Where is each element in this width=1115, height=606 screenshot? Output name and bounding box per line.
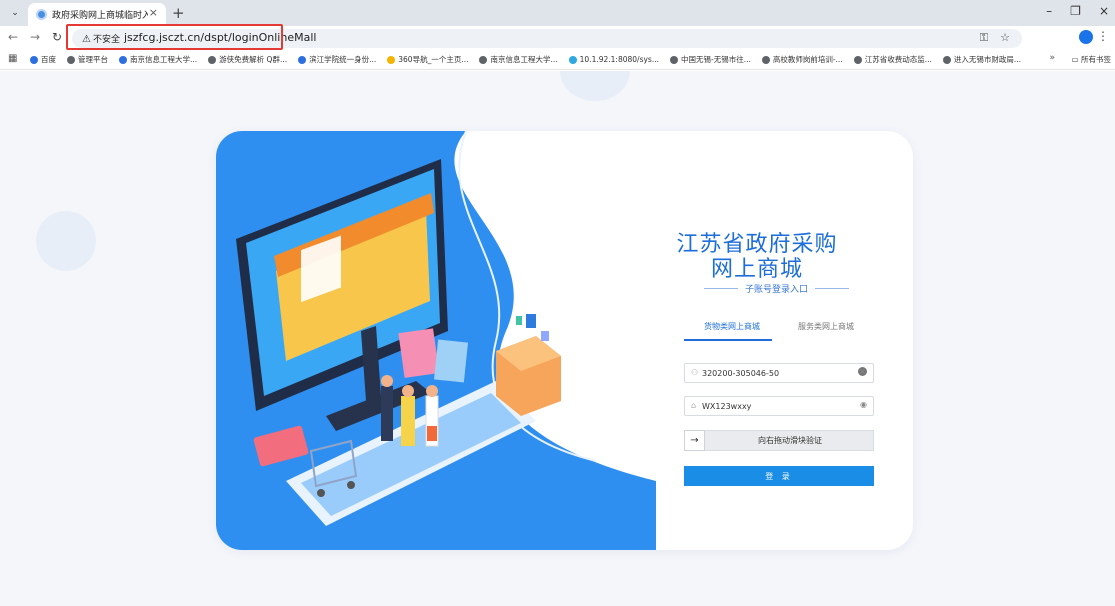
password-field: ⌂ ◉ xyxy=(684,396,874,416)
divider xyxy=(815,288,849,289)
tab-strip: ⌄ 政府采购网上商城临时入口 × + – ❐ × xyxy=(0,0,1115,26)
person-head xyxy=(381,375,393,387)
bookmark-label: 南京信息工程大学... xyxy=(490,55,558,64)
close-window-icon[interactable]: × xyxy=(1099,4,1109,18)
page-background: 江苏省政府采购 网上商城 子账号登录入口 货物类网上商城 服务类网上商城 ⚇ ×… xyxy=(0,71,1115,606)
mall-tabs: 货物类网上商城 服务类网上商城 xyxy=(684,321,874,341)
bookmark-item[interactable]: 中国无锡-无锡市往... xyxy=(669,54,751,65)
bookmark-label: 进入无锡市财政局... xyxy=(953,55,1022,64)
tab-favicon-icon xyxy=(36,9,47,20)
background-bubble xyxy=(36,211,96,271)
bookmark-item[interactable]: 10.1.92.1:8080/sys... xyxy=(568,54,659,65)
bookmark-label: 江苏省收费动态监... xyxy=(864,55,932,64)
globe-icon xyxy=(67,55,75,64)
browser-tab[interactable]: 政府采购网上商城临时入口 × xyxy=(28,3,166,26)
bookmark-item[interactable]: 江苏省收费动态监... xyxy=(853,54,932,65)
bookmark-star-icon[interactable]: ☆ xyxy=(1000,31,1010,45)
globe-icon xyxy=(761,55,770,64)
clear-input-icon[interactable]: × xyxy=(858,367,867,376)
subtitle-row: 子账号登录入口 xyxy=(704,281,849,295)
person-skirt xyxy=(427,426,437,441)
bookmark-label: 360导航_一个主页... xyxy=(398,55,469,64)
password-input[interactable] xyxy=(702,398,852,414)
user-icon: ⚇ xyxy=(691,368,699,377)
background-bubble xyxy=(560,71,630,101)
globe-icon xyxy=(479,55,488,64)
browser-menu-icon[interactable]: ⋮ xyxy=(1097,29,1109,43)
reload-icon[interactable]: ↻ xyxy=(52,30,62,44)
show-password-eye-icon[interactable]: ◉ xyxy=(860,400,867,409)
tab-search-icon[interactable]: ⌄ xyxy=(8,6,22,20)
password-key-icon[interactable]: ⚿ xyxy=(980,31,988,45)
url-highlight-box xyxy=(66,24,283,50)
person-head xyxy=(402,385,414,397)
person-head xyxy=(426,385,438,397)
folder-icon: ▭ xyxy=(1071,55,1081,64)
floating-cube xyxy=(516,316,522,325)
shopping-bag xyxy=(433,339,469,383)
bookmarks-more-icon[interactable]: » xyxy=(1049,53,1055,63)
shopping-illustration xyxy=(216,131,656,550)
bookmark-label: 南京信息工程大学... xyxy=(130,55,198,64)
bookmark-item[interactable]: 进入无锡市财政局... xyxy=(942,54,1022,65)
globe-icon xyxy=(208,55,217,64)
bookmark-label: 游侠免费解析 Q群... xyxy=(219,55,288,64)
page-title-line2: 网上商城 xyxy=(710,257,803,282)
bookmark-item[interactable]: 南京信息工程大学... xyxy=(479,54,558,65)
minimize-icon[interactable]: – xyxy=(1046,4,1052,18)
globe-icon xyxy=(942,55,951,64)
globe-icon xyxy=(568,55,577,64)
cart-wheel xyxy=(347,481,355,489)
bookmark-label: 管理平台 xyxy=(78,55,108,64)
shield-icon xyxy=(298,55,307,64)
tab-goods-mall[interactable]: 货物类网上商城 xyxy=(704,321,760,332)
back-icon[interactable]: ← xyxy=(8,30,18,44)
bookmark-item[interactable]: 南京信息工程大学... xyxy=(119,54,197,65)
globe-icon xyxy=(853,55,862,64)
tab-title: 政府采购网上商城临时入口 xyxy=(52,11,148,21)
login-card: 江苏省政府采购 网上商城 子账号登录入口 货物类网上商城 服务类网上商城 ⚇ ×… xyxy=(216,131,913,550)
login-button[interactable]: 登 录 xyxy=(684,466,874,486)
bookmark-label: 高校教师岗前培训-... xyxy=(772,55,843,64)
restore-icon[interactable]: ❐ xyxy=(1070,4,1081,18)
person xyxy=(401,396,415,446)
slider-arrow-icon[interactable]: → xyxy=(684,430,705,451)
window-controls: – ❐ × xyxy=(1046,4,1109,18)
shopping-bag xyxy=(398,328,440,378)
paw-icon xyxy=(30,55,38,64)
new-tab-icon[interactable]: + xyxy=(172,4,185,22)
lock-icon: ⌂ xyxy=(691,401,697,410)
nav-icon xyxy=(387,55,396,64)
username-field: ⚇ × xyxy=(684,363,874,383)
bookmark-item[interactable]: 管理平台 xyxy=(67,54,108,65)
bookmark-item[interactable]: 滨江学院统一身份... xyxy=(298,54,376,65)
all-bookmarks-button[interactable]: ▭ 所有书签 xyxy=(1072,54,1111,65)
slider-captcha-label: 向右拖动滑块验证 xyxy=(758,436,822,445)
tab-close-icon[interactable]: × xyxy=(149,6,158,19)
bookmark-label: 滨江学院统一身份... xyxy=(309,55,377,64)
bookmark-label: 10.1.92.1:8080/sys... xyxy=(579,55,659,64)
bookmark-item[interactable]: 百度 xyxy=(30,54,56,65)
paw-icon xyxy=(119,55,127,64)
bookmark-label: 百度 xyxy=(41,55,56,64)
all-bookmarks-label: 所有书签 xyxy=(1081,55,1111,64)
floating-cube xyxy=(541,331,549,341)
floating-cube xyxy=(526,314,536,328)
username-input[interactable] xyxy=(702,365,852,381)
person xyxy=(381,386,393,441)
active-tab-indicator xyxy=(684,339,772,341)
bookmark-item[interactable]: 高校教师岗前培训-... xyxy=(761,54,843,65)
cart-wheel xyxy=(317,489,325,497)
bookmark-list: 百度 管理平台 南京信息工程大学... 游侠免费解析 Q群... 滨江学院统一身份...… xyxy=(30,54,1021,65)
bookmark-item[interactable]: 游侠免费解析 Q群... xyxy=(208,54,287,65)
globe-icon xyxy=(669,55,678,64)
bookmark-item[interactable]: 360导航_一个主页... xyxy=(387,54,468,65)
profile-avatar-icon[interactable] xyxy=(1079,30,1093,44)
bookmarks-bar: ▦ 百度 管理平台 南京信息工程大学... 游侠免费解析 Q群... 滨江学院统一身份.… xyxy=(0,50,1115,70)
bookmark-label: 中国无锡-无锡市往... xyxy=(680,55,751,64)
apps-grid-icon[interactable]: ▦ xyxy=(8,53,17,64)
forward-icon[interactable]: → xyxy=(30,30,40,44)
slider-captcha: → 向右拖动滑块验证 xyxy=(684,430,874,451)
tab-services-mall[interactable]: 服务类网上商城 xyxy=(798,321,854,332)
